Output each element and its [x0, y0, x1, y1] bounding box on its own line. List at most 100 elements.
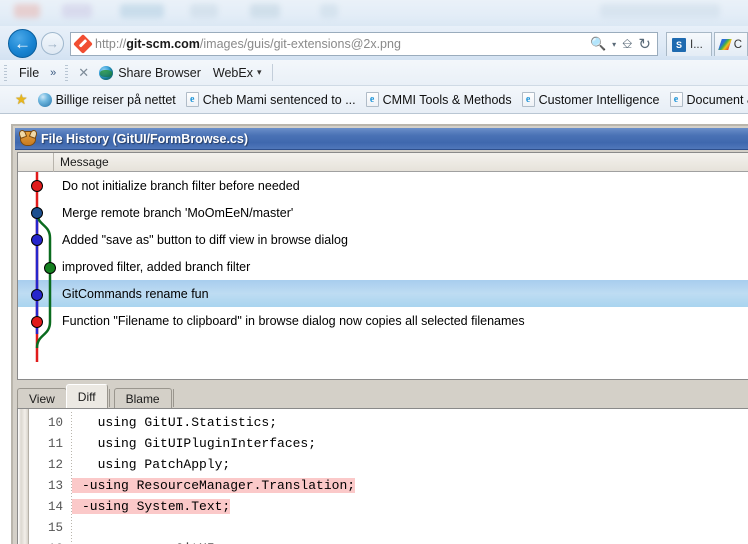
diff-vertical-scrollbar[interactable] — [18, 409, 29, 544]
back-button[interactable]: ← — [8, 29, 37, 58]
diff-line: 11 using GitUIPluginInterfaces; — [29, 433, 748, 454]
table-row[interactable] — [18, 334, 748, 361]
browser-tab-label: I... — [690, 38, 703, 51]
commit-message: Function "Filename to clipboard" in brow… — [62, 313, 525, 328]
compatibility-view-icon[interactable]: ⎒ — [622, 36, 632, 52]
bookmark-item-3[interactable]: e Customer Intelligence — [517, 92, 665, 107]
bookmark-label: Document & — [686, 92, 748, 107]
table-row[interactable]: Added "save as" button to diff view in b… — [18, 226, 748, 253]
ie-page-icon: e — [365, 92, 379, 107]
column-header-message[interactable]: Message — [54, 153, 748, 172]
diff-line: 15 — [29, 517, 748, 538]
add-to-favorites-star-icon: ★ — [15, 91, 28, 107]
commit-rows: Do not initialize branch filter before n… — [18, 172, 748, 379]
diff-line: 12 using PatchApply; — [29, 454, 748, 475]
bookmark-label: Cheb Mami sentenced to ... — [202, 92, 356, 107]
window-chrome-strip — [0, 0, 748, 26]
screenshot-root: ← → http://git-scm.com/images/guis/git-e… — [0, 0, 748, 544]
url-path: /images/guis/git-extensions@2x.png — [199, 37, 401, 51]
diff-line-number: 12 — [47, 457, 63, 472]
table-row[interactable]: Function "Filename to clipboard" in brow… — [18, 307, 748, 334]
address-bar[interactable]: http://git-scm.com/images/guis/git-exten… — [70, 32, 658, 56]
commit-list-header: Message — [18, 153, 748, 172]
bookmark-item-4[interactable]: e Document & — [665, 92, 748, 107]
add-to-favorites-button[interactable]: ★ — [10, 91, 33, 108]
toolbar-gripper[interactable] — [4, 64, 7, 81]
blue-globe-icon — [37, 92, 52, 107]
commit-list-panel: Message Do not initialize branch filter … — [17, 152, 748, 380]
diff-line-list: 10 using GitUI.Statistics; 11 using GitU… — [29, 409, 748, 544]
tab-label: Blame — [125, 391, 160, 406]
tab-divider-2 — [172, 389, 174, 407]
bookmark-label: CMMI Tools & Methods — [382, 92, 512, 107]
close-icon[interactable]: ✕ — [74, 65, 93, 81]
sharepoint-icon: S — [672, 37, 686, 52]
url-host: git-scm.com — [126, 37, 200, 51]
diff-line: 16 namespace GitUI — [29, 538, 748, 544]
diff-line-number: 14 — [47, 499, 63, 514]
tab-diff[interactable]: Diff — [65, 384, 108, 408]
commit-message: GitCommands rename fun — [62, 286, 209, 301]
ie-page-icon: e — [669, 92, 683, 107]
share-browser-label: Share Browser — [118, 65, 201, 80]
diff-line-code: using GitUIPluginInterfaces; — [82, 436, 317, 451]
table-row-selected[interactable]: GitCommands rename fun — [18, 280, 748, 307]
commit-message: Merge remote branch 'MoOmEeN/master' — [62, 205, 294, 220]
diff-gutter-divider — [71, 517, 72, 538]
diff-line-code: -using ResourceManager.Translation; — [72, 478, 356, 493]
tab-view[interactable]: View — [17, 388, 67, 408]
url-scheme: http:// — [95, 37, 127, 51]
address-bar-url: http://git-scm.com/images/guis/git-exten… — [95, 37, 401, 51]
menu-overflow-icon[interactable]: » — [45, 67, 61, 79]
table-row[interactable]: Merge remote branch 'MoOmEeN/master' — [18, 199, 748, 226]
toolbar-divider — [272, 64, 274, 81]
detail-tabstrip: View Diff Blame — [17, 384, 748, 408]
diff-line-number: 13 — [47, 478, 63, 493]
diff-line-number: 10 — [47, 415, 63, 430]
address-bar-actions: 🔍 ▾ ⎒ ↻ — [590, 35, 657, 53]
share-browser-button[interactable]: Share Browser — [93, 65, 207, 80]
webex-label: WebEx — [212, 65, 253, 80]
bookmark-item-2[interactable]: e CMMI Tools & Methods — [361, 92, 517, 107]
ie-page-icon: e — [185, 92, 199, 107]
browser-tab-label: C — [733, 38, 742, 51]
refresh-icon[interactable]: ↻ — [638, 35, 651, 53]
back-arrow-icon: ← — [14, 34, 31, 53]
browser-tab-other[interactable]: C — [714, 32, 748, 56]
browser-tab-sharepoint[interactable]: S I... — [666, 32, 712, 56]
diff-line-code: -using System.Text; — [72, 499, 231, 514]
app-title-bar: File History (GitUI/FormBrowse.cs) — [15, 128, 748, 150]
menu-file[interactable]: File — [13, 66, 45, 80]
diff-line-code: using GitUI.Statistics; — [82, 415, 278, 430]
git-extensions-icon — [20, 131, 36, 146]
diff-line-number: 11 — [47, 436, 63, 451]
commit-message: Added "save as" button to diff view in b… — [62, 232, 348, 247]
search-dropdown-icon[interactable]: ▾ — [612, 40, 616, 49]
commit-message: Do not initialize branch filter before n… — [62, 178, 300, 193]
forward-button[interactable]: → — [41, 32, 64, 55]
app-title: File History (GitUI/FormBrowse.cs) — [41, 131, 248, 146]
table-row[interactable]: Do not initialize branch filter before n… — [18, 172, 748, 199]
browser-menu-bar: File » ✕ Share Browser WebEx ▾ — [0, 60, 748, 86]
tab-label: Diff — [77, 389, 96, 404]
search-icon[interactable]: 🔍 — [590, 36, 606, 52]
toolbar-gripper-2[interactable] — [65, 64, 69, 81]
column-header-graph[interactable] — [18, 153, 54, 172]
share-browser-globe-icon — [99, 65, 114, 80]
diff-line-number: 15 — [47, 520, 63, 535]
ie-page-icon: e — [521, 92, 535, 107]
diff-line-removed: 13 -using ResourceManager.Translation; — [29, 475, 748, 496]
favorites-bar: ★ Billige reiser på nettet e Cheb Mami s… — [0, 86, 748, 114]
tab-blame[interactable]: Blame — [113, 388, 172, 408]
diff-view: 10 using GitUI.Statistics; 11 using GitU… — [17, 408, 748, 544]
bookmark-item-1[interactable]: e Cheb Mami sentenced to ... — [181, 92, 361, 107]
tab-label: View — [29, 391, 55, 406]
git-favicon-icon — [73, 34, 93, 54]
bookmark-item-0[interactable]: Billige reiser på nettet — [33, 92, 181, 107]
diff-line-removed: 14 -using System.Text; — [29, 496, 748, 517]
table-row[interactable]: improved filter, added branch filter — [18, 253, 748, 280]
bookmark-label: Customer Intelligence — [538, 92, 660, 107]
commit-message: improved filter, added branch filter — [62, 259, 251, 274]
webex-menu[interactable]: WebEx ▾ — [207, 66, 268, 80]
chevron-down-icon: ▾ — [256, 67, 262, 77]
